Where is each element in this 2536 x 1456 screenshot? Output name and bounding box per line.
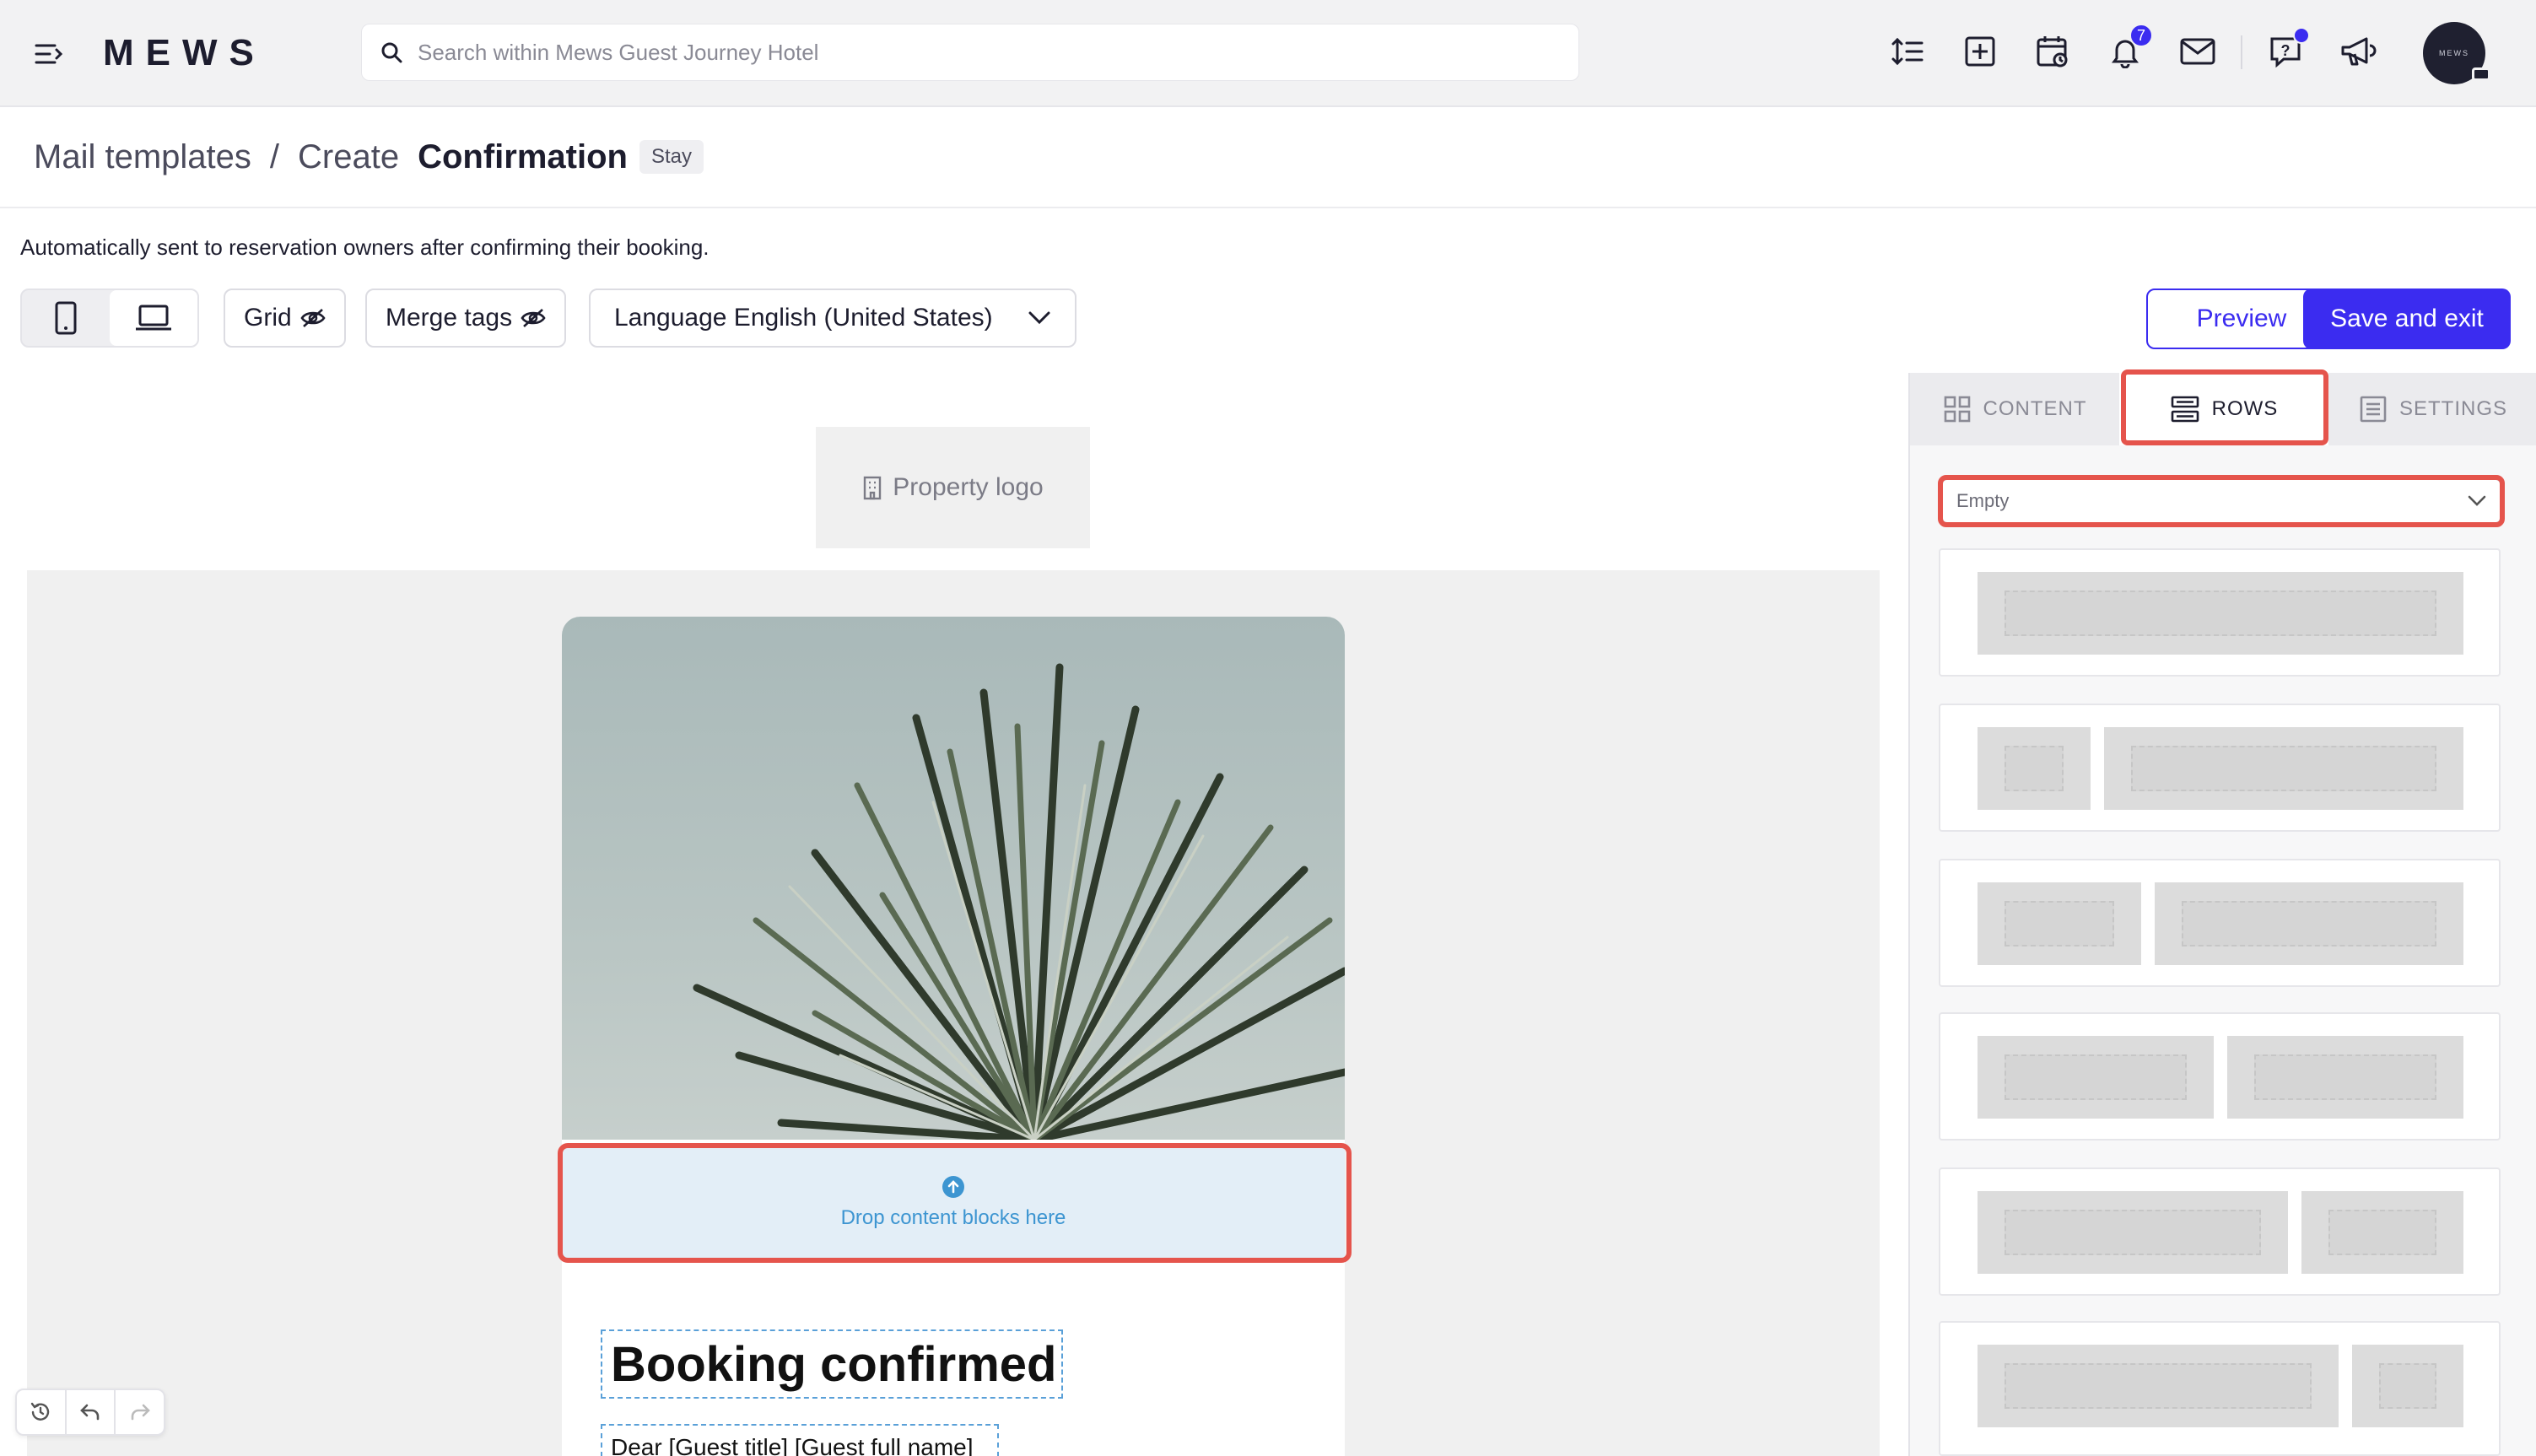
undo-button[interactable] <box>67 1390 116 1434</box>
stay-tag: Stay <box>639 140 704 174</box>
search-bar[interactable]: Search within Mews Guest Journey Hotel <box>361 24 1579 81</box>
redo-icon <box>131 1404 150 1421</box>
user-avatar[interactable]: MEWS <box>2423 22 2490 84</box>
help-unread-dot <box>2293 27 2310 44</box>
row-column <box>2301 1191 2463 1274</box>
row-column <box>2104 727 2463 810</box>
row-layout-1-2-column[interactable] <box>1939 859 2501 987</box>
undo-icon <box>80 1404 100 1421</box>
help-chat-icon[interactable]: ? <box>2264 27 2310 73</box>
laptop-icon <box>136 305 171 331</box>
svg-text:?: ? <box>2281 42 2290 59</box>
booking-confirmed-heading: Booking confirmed <box>611 1336 1057 1392</box>
email-body: Booking confirmed Dear [Guest title] [Gu… <box>562 617 1345 1456</box>
mail-icon[interactable] <box>2177 30 2219 73</box>
settings-list-icon <box>2359 395 2388 423</box>
history-button[interactable] <box>17 1390 67 1434</box>
tab-settings-label: SETTINGS <box>2398 397 2507 420</box>
eye-off-icon <box>521 307 546 329</box>
save-and-exit-button[interactable]: Save and exit <box>2303 289 2511 349</box>
greeting-block[interactable]: Dear [Guest title] [Guest full name] <box>601 1424 999 1456</box>
mobile-view-button[interactable] <box>22 290 110 346</box>
rows-tab-highlight <box>2121 369 2328 445</box>
row-column <box>1978 1036 2214 1119</box>
status-indicator <box>2472 67 2490 81</box>
tab-content-label: CONTENT <box>1983 397 2087 420</box>
search-input[interactable]: Search within Mews Guest Journey Hotel <box>418 40 818 66</box>
row-column <box>1978 572 2463 655</box>
row-column <box>1978 727 2091 810</box>
grid-toggle-button[interactable]: Grid <box>224 289 346 348</box>
desktop-view-button[interactable] <box>110 290 197 346</box>
history-controls <box>15 1389 165 1436</box>
tab-settings[interactable]: SETTINGS <box>2328 373 2536 445</box>
row-column <box>1978 882 2141 965</box>
history-icon <box>31 1402 50 1421</box>
line-height-icon[interactable] <box>1886 30 1929 73</box>
row-layout-1-column[interactable] <box>1939 548 2501 677</box>
search-icon <box>381 42 402 63</box>
mobile-icon <box>55 301 77 335</box>
language-label: Language English (United States) <box>614 304 993 332</box>
row-column <box>2227 1036 2463 1119</box>
row-layout-2-1-column[interactable] <box>1939 1167 2501 1296</box>
breadcrumb-separator: / <box>269 138 279 175</box>
top-bar: MEWS Search within Mews Guest Journey Ho… <box>0 0 2536 107</box>
row-column <box>2155 882 2463 965</box>
breadcrumb-mail-templates[interactable]: Mail templates <box>34 138 251 176</box>
building-icon <box>862 475 882 500</box>
add-icon[interactable] <box>1959 30 2001 73</box>
row-layout-3-1-column[interactable] <box>1939 1321 2501 1456</box>
heading-block[interactable]: Booking confirmed <box>601 1329 1063 1399</box>
menu-icon[interactable] <box>32 37 66 71</box>
page-title: Confirmation <box>418 138 628 175</box>
language-select[interactable]: Language English (United States) <box>589 289 1076 348</box>
hero-image[interactable] <box>562 617 1345 1140</box>
row-layout-1-3-column[interactable] <box>1939 704 2501 832</box>
device-toggle <box>20 289 199 348</box>
eye-off-icon <box>300 307 326 329</box>
notification-badge: 7 <box>2129 24 2153 47</box>
row-select-highlight <box>1938 475 2505 527</box>
merge-tags-toggle-button[interactable]: Merge tags <box>365 289 567 348</box>
row-column <box>1978 1191 2288 1274</box>
redo-button[interactable] <box>116 1390 164 1434</box>
breadcrumb: Mail templates / Create Confirmation Sta… <box>0 107 2536 208</box>
breadcrumb-create: Create <box>298 138 400 175</box>
megaphone-icon[interactable] <box>2337 30 2379 73</box>
grid-icon <box>1943 395 1972 423</box>
divider <box>2241 35 2242 69</box>
property-logo-placeholder[interactable]: Property logo <box>816 427 1090 548</box>
template-description: Automatically sent to reservation owners… <box>20 235 710 260</box>
row-layout-2-column[interactable] <box>1939 1012 2501 1141</box>
chevron-down-icon <box>1028 310 1051 326</box>
calendar-icon[interactable] <box>2031 30 2074 73</box>
avatar-initials: MEWS <box>2439 49 2469 57</box>
grid-label: Grid <box>244 304 292 332</box>
mews-logo[interactable]: MEWS <box>103 32 266 74</box>
bell-icon[interactable]: 7 <box>2104 24 2153 73</box>
tab-content[interactable]: CONTENT <box>1910 373 2119 445</box>
drop-zone-highlight <box>558 1143 1352 1263</box>
merge-tags-label: Merge tags <box>386 304 513 332</box>
row-column <box>2352 1345 2463 1427</box>
property-logo-label: Property logo <box>893 473 1044 501</box>
row-column <box>1978 1345 2339 1427</box>
